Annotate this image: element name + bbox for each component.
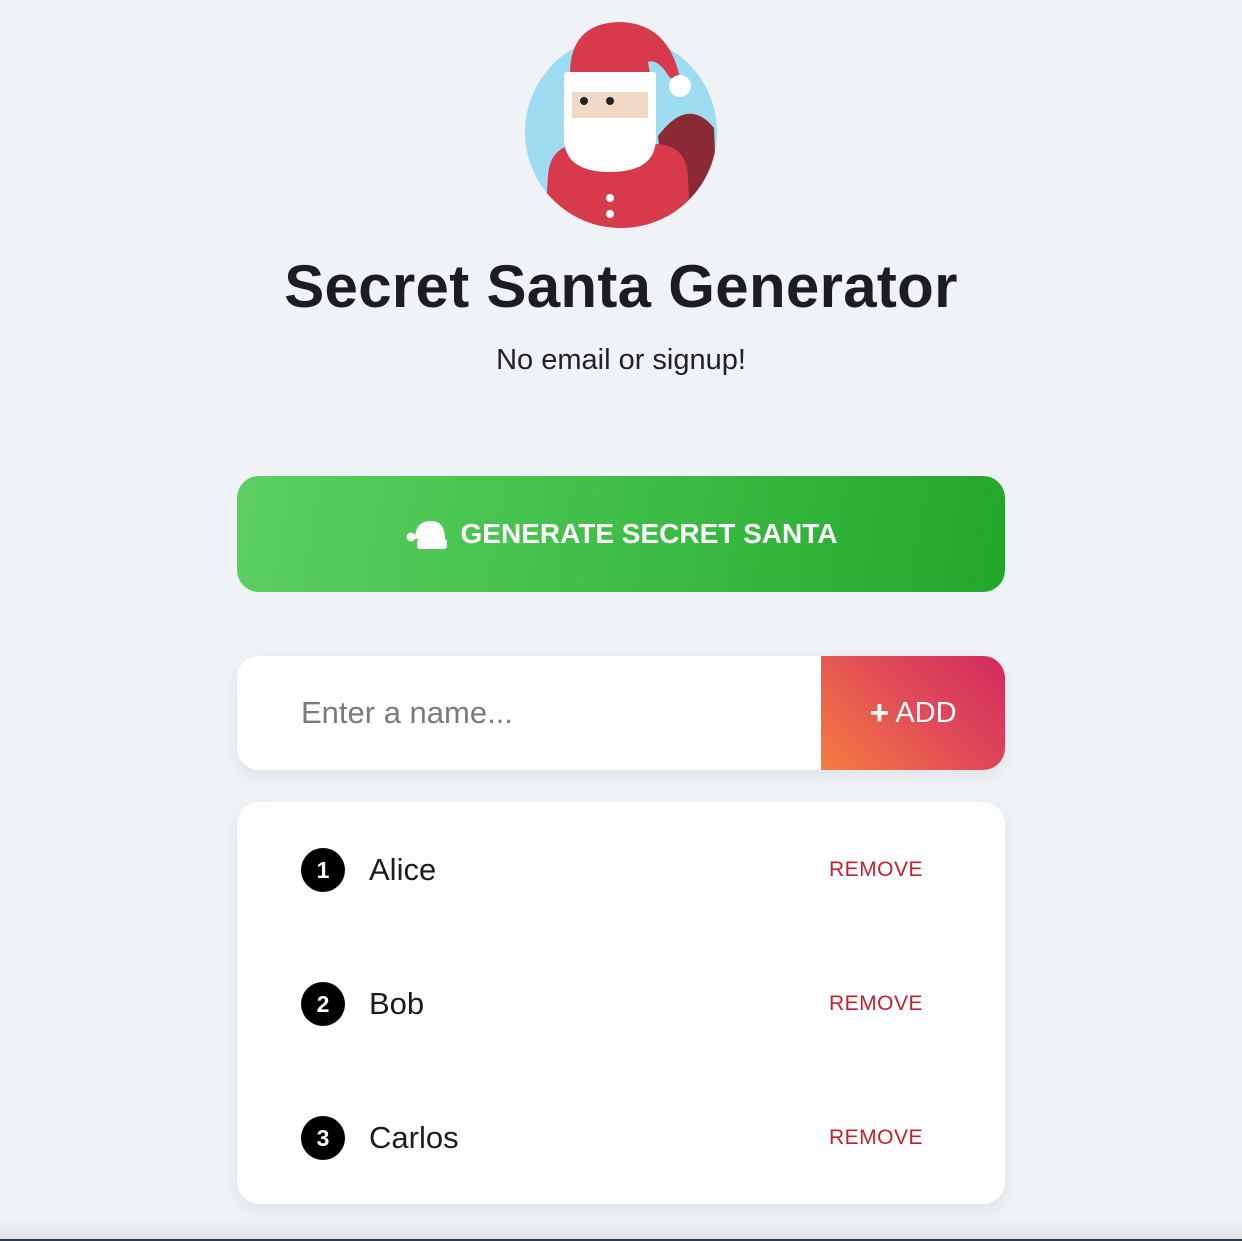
participant-name: Carlos	[369, 1120, 459, 1155]
name-input[interactable]	[237, 656, 821, 770]
add-button[interactable]: + ADD	[821, 656, 1005, 770]
participant-name: Bob	[369, 986, 425, 1021]
santa-logo-icon	[525, 22, 717, 228]
page-title: Secret Santa Generator	[284, 253, 958, 320]
add-button-label: ADD	[895, 696, 957, 729]
participant-name: Alice	[369, 852, 437, 887]
remove-button[interactable]: REMOVE	[829, 1126, 923, 1150]
participant-list: 1 Alice REMOVE 2 Bob REMOVE 3 Carlos REM…	[237, 802, 1005, 1204]
window-bottom-edge	[0, 1219, 1242, 1241]
list-item: 2 Bob REMOVE	[237, 974, 1005, 1034]
list-item: 3 Carlos REMOVE	[237, 1108, 1005, 1168]
participant-number-badge: 2	[301, 982, 345, 1026]
generate-button-label: GENERATE SECRET SANTA	[460, 518, 838, 549]
remove-button[interactable]: REMOVE	[829, 992, 923, 1016]
remove-button[interactable]: REMOVE	[829, 858, 923, 882]
participant-number-badge: 3	[301, 1116, 345, 1160]
list-item: 1 Alice REMOVE	[237, 840, 1005, 900]
plus-icon: +	[869, 694, 890, 732]
generate-secret-santa-button[interactable]: GENERATE SECRET SANTA	[237, 476, 1005, 592]
page: Secret Santa Generator No email or signu…	[0, 0, 1242, 1241]
add-participant-form: + ADD	[237, 656, 1005, 770]
page-subtitle: No email or signup!	[496, 344, 746, 376]
santa-hat-icon	[406, 521, 447, 549]
participant-number-badge: 1	[301, 848, 345, 892]
